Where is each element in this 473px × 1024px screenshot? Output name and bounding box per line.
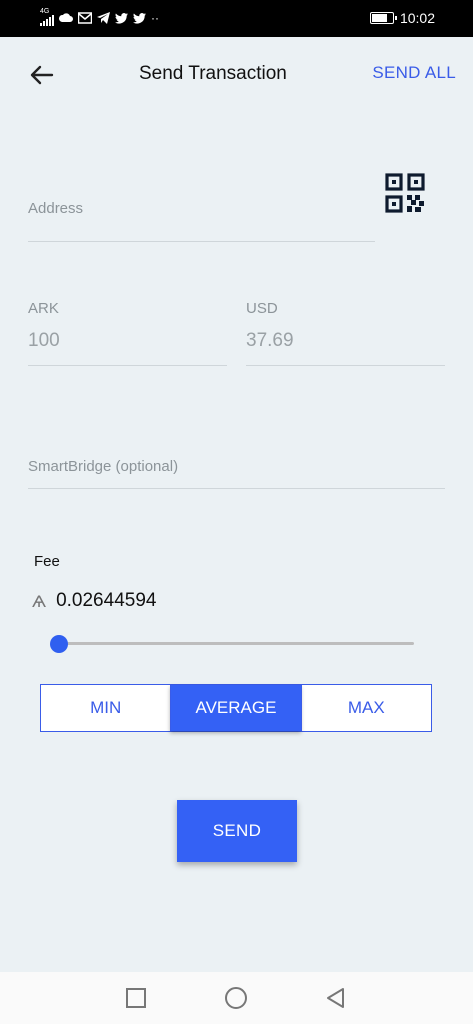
app-header: Send Transaction SEND ALL [0,37,473,112]
clock: 10:02 [399,10,435,26]
twitter-icon [115,12,128,24]
fee-option-min[interactable]: MIN [41,685,170,731]
more-dots-icon: ·· [151,11,159,25]
twitter-icon [133,12,146,24]
arrow-left-icon [30,65,54,85]
usd-label: USD [246,300,278,317]
ark-amount-value: 100 [28,330,60,351]
gmail-icon [78,12,92,24]
status-icons: 4G ·· [40,8,159,26]
smartbridge-field[interactable]: SmartBridge (optional) [28,448,445,489]
qr-scan-button[interactable] [385,173,425,213]
square-recents-icon [126,988,146,1008]
home-button[interactable] [224,986,248,1010]
slider-track [58,642,414,645]
page-title: Send Transaction [139,63,287,84]
recents-button[interactable] [124,986,148,1010]
fee-option-average[interactable]: AVERAGE [170,685,301,731]
send-all-button[interactable]: SEND ALL [372,63,456,83]
back-button[interactable] [26,59,58,91]
qr-code-icon [385,173,425,213]
fee-option-max[interactable]: MAX [300,685,431,731]
triangle-back-icon [327,988,344,1008]
navigation-bar [0,972,473,1024]
usd-amount-value: 37.69 [246,330,294,351]
fee-value: 0.02644594 [56,590,157,611]
network-type: 4G [40,8,50,15]
smartbridge-placeholder: SmartBridge (optional) [28,458,179,475]
back-nav-button[interactable] [324,986,348,1010]
ark-amount-field[interactable]: ARK 100 [28,296,227,366]
address-placeholder: Address [28,200,84,217]
cloud-icon [59,13,73,22]
battery-icon [369,12,397,24]
fee-preset-selector: MIN AVERAGE MAX [40,684,432,732]
status-right: 10:02 [369,10,435,26]
signal-icon: 4G [40,8,54,26]
circle-home-icon [225,987,247,1009]
address-field[interactable]: Address [28,190,375,242]
ark-label: ARK [28,300,59,317]
fee-label: Fee [34,553,60,570]
status-bar: 4G ·· 10:02 [0,0,473,37]
fee-slider[interactable] [50,634,414,654]
usd-amount-field[interactable]: USD 37.69 [246,296,445,366]
telegram-icon [97,12,110,24]
send-button[interactable]: SEND [177,800,297,862]
slider-thumb[interactable] [50,635,68,653]
fee-amount: Ѧ 0.02644594 [32,590,156,612]
ark-currency-icon: Ѧ [32,591,47,611]
